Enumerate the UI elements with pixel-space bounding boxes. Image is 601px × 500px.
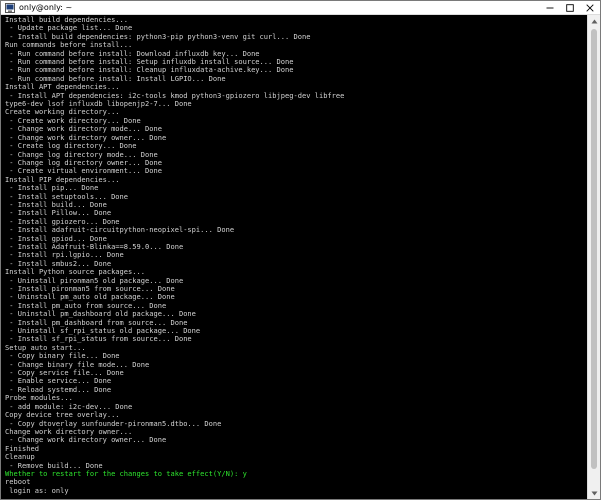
terminal-output[interactable]: Install build dependencies... - Update p… (1, 15, 587, 499)
terminal-line: reboot (5, 477, 31, 487)
terminal-line: Whether to restart for the changes to ta… (5, 468, 247, 478)
triangle-down-icon (591, 491, 597, 495)
terminal-line: - Change work directory owner... Done (5, 435, 167, 445)
title-bar[interactable]: only@only: ~ (1, 1, 600, 15)
terminal-lines: Install build dependencies... - Update p… (1, 15, 587, 495)
title-group: only@only: ~ (1, 2, 73, 13)
minimize-icon (546, 7, 554, 8)
window-controls (540, 1, 600, 14)
scroll-up-button[interactable] (588, 15, 600, 27)
terminal-line: - Install sf_rpi_status from source... D… (5, 334, 192, 344)
terminal-line: - Reload systemd... Done (5, 384, 112, 394)
vertical-scrollbar[interactable] (587, 15, 600, 499)
maximize-icon (566, 3, 574, 12)
window-title: only@only: ~ (19, 3, 73, 12)
terminal-line: Finished (5, 443, 39, 453)
minimize-button[interactable] (540, 1, 560, 14)
terminal-window: only@only: ~ Install build dependencies.… (0, 0, 601, 500)
scrollbar-thumb[interactable] (591, 29, 597, 469)
close-button[interactable] (580, 1, 600, 14)
triangle-up-icon (591, 19, 597, 23)
scroll-down-button[interactable] (588, 487, 600, 499)
terminal-icon (5, 2, 15, 13)
maximize-button[interactable] (560, 1, 580, 14)
close-icon (586, 3, 594, 12)
terminal-line: login as: only (5, 485, 69, 495)
